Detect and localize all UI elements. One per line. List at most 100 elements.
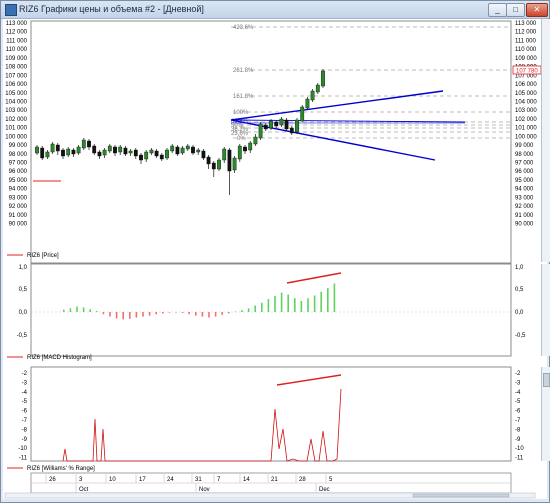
price-tick-left: 93 000: [9, 195, 28, 201]
williams-tick-left: -8: [22, 427, 28, 433]
price-tick-left: 106 000: [5, 82, 27, 88]
williams-scroll-thumb[interactable]: [543, 373, 550, 387]
time-axis-day: 17: [139, 477, 146, 483]
price-tick-left: 107 000: [5, 73, 27, 79]
chart-window: RIZ6 Графики цены и объема #2 - [Дневной…: [0, 0, 550, 503]
price-tick-right: 100 000: [515, 134, 537, 140]
macd-tick-left-4: -0,5: [17, 333, 28, 339]
macd-pane-scrollbar[interactable]: [541, 264, 550, 356]
price-tick-left: 98 000: [9, 152, 28, 158]
price-pane[interactable]: 423.6% 261.8% 161.8% 100% 61.8% 50% 38.2…: [5, 20, 542, 264]
williams-axis-left: -2 -3 -4 -5 -6 -7 -8 -9 -10 -11: [18, 371, 27, 462]
close-button[interactable]: ✕: [526, 3, 548, 17]
williams-tick-right: -6: [515, 409, 521, 415]
williams-tick-right: -11: [515, 456, 524, 462]
price-tick-left: 91 000: [9, 213, 28, 219]
williams-tick-left: -11: [19, 456, 28, 462]
williams-tick-right: -10: [515, 446, 524, 452]
price-tick-left: 104 000: [5, 99, 27, 105]
price-tick-left: 95 000: [9, 178, 28, 184]
price-tick-left: 100 000: [5, 134, 27, 140]
time-axis-day: 31: [195, 477, 202, 483]
williams-tick-right: -9: [515, 437, 521, 443]
price-tick-right: 90 000: [515, 222, 534, 228]
time-axis[interactable]: 26 3 10 17 24 31 7 14 21 28 5 Oct Nov Dec: [30, 472, 512, 494]
time-axis-day: 10: [109, 477, 116, 483]
price-tick-right: 101 000: [515, 126, 537, 132]
price-tick-left: 112 000: [6, 30, 28, 36]
price-tick-left: 103 000: [5, 108, 27, 114]
williams-tick-left: -4: [22, 390, 28, 396]
williams-tick-left: -6: [22, 409, 28, 415]
price-tick-right: 112 000: [515, 30, 537, 36]
price-tick-left: 111 000: [6, 38, 27, 44]
minimize-button[interactable]: _: [488, 3, 507, 17]
macd-tick-left-3: 0,0: [19, 310, 28, 316]
maximize-button[interactable]: □: [506, 3, 525, 17]
time-axis-day: 26: [49, 477, 56, 483]
price-tick-left: 113 000: [6, 21, 28, 27]
time-axis-month: Dec: [319, 487, 330, 493]
price-tick-right: 102 000: [515, 117, 537, 123]
williams-tick-left: -3: [22, 380, 28, 386]
macd-tick-right-4: -0,5: [515, 333, 526, 339]
macd-tick-right-3: 0,0: [515, 310, 524, 316]
last-price-label: 107 780: [516, 69, 538, 75]
fib-label-4236: 423.6%: [233, 25, 254, 31]
price-tick-left: 109 000: [5, 56, 27, 62]
williams-legend: RIZ6 [Williams' % Range]: [27, 466, 95, 472]
time-axis-month: Nov: [199, 487, 210, 493]
price-tick-left: 99 000: [9, 143, 28, 149]
price-axis-right: 113 000112 000111 000110 000109 000108 0…: [515, 21, 537, 228]
macd-tick-right-2: 0,5: [515, 287, 524, 293]
price-tick-right: 109 000: [515, 56, 537, 62]
price-tick-left: 101 000: [5, 126, 27, 132]
price-tick-right: 98 000: [515, 152, 534, 158]
title-bar[interactable]: RIZ6 Графики цены и объема #2 - [Дневной…: [1, 1, 549, 19]
fib-label-100: 100%: [233, 110, 249, 116]
fib-label-2618: 261.8%: [233, 68, 254, 74]
price-tick-right: 92 000: [515, 204, 534, 210]
williams-tick-left: -5: [22, 399, 28, 405]
price-tick-right: 113 000: [515, 21, 537, 27]
price-tick-left: 90 000: [9, 222, 28, 228]
williams-tick-right: -5: [515, 399, 521, 405]
williams-pane[interactable]: -2-3-4-5-6-7-8-9-10-11 -2-3-4-5-6-7-8-9-…: [7, 366, 524, 472]
price-tick-left: 105 000: [5, 91, 27, 97]
williams-axis-right: -2 -3 -4 -5 -6 -7 -8 -9 -10 -11: [515, 371, 524, 462]
time-axis-day: 14: [243, 477, 250, 483]
price-tick-left: 97 000: [9, 161, 28, 167]
price-tick-left: 110 000: [6, 47, 28, 53]
price-tick-right: 104 000: [515, 99, 537, 105]
chart-canvas[interactable]: 423.6% 261.8% 161.8% 100% 61.8% 50% 38.2…: [3, 19, 547, 499]
price-tick-right: 96 000: [515, 169, 534, 175]
price-tick-right: 111 000: [515, 38, 536, 44]
price-tick-right: 93 000: [515, 195, 534, 201]
price-tick-left: 108 000: [5, 65, 27, 71]
williams-tick-right: -2: [515, 371, 521, 377]
time-axis-day: 21: [271, 477, 278, 483]
williams-tick-left: -10: [18, 446, 27, 452]
williams-tick-right: -8: [515, 427, 521, 433]
price-legend: RIZ6 [Price]: [27, 253, 59, 259]
price-pane-scrollbar[interactable]: [541, 19, 550, 262]
app-icon: [5, 4, 17, 16]
williams-tick-left: -7: [22, 418, 28, 424]
time-axis-day: 28: [299, 477, 306, 483]
fib-label-0: 0%: [237, 136, 246, 142]
price-tick-right: 110 000: [515, 47, 537, 53]
macd-tick-right-1: 1,0: [515, 265, 524, 271]
price-tick-left: 94 000: [9, 187, 28, 193]
williams-pane-scrollbar[interactable]: [541, 367, 550, 461]
time-axis-month: Oct: [79, 487, 89, 493]
price-tick-right: 99 000: [515, 143, 534, 149]
williams-tick-right: -3: [515, 380, 521, 386]
williams-tick-right: -4: [515, 390, 521, 396]
time-axis-day: 24: [167, 477, 174, 483]
price-axis-left: 113 000 112 000 111 000 110 000 109 000 108 0…: [5, 21, 27, 228]
price-tick-right: 97 000: [515, 161, 534, 167]
price-tick-right: 95 000: [515, 178, 534, 184]
price-tick-right: 105 000: [515, 91, 537, 97]
macd-pane[interactable]: 1,0 0,5 0,0 -0,5 1,0 0,5 0,0 -0,5 RIZ6 […: [7, 263, 526, 361]
horizontal-scrollbar[interactable]: [4, 492, 536, 499]
